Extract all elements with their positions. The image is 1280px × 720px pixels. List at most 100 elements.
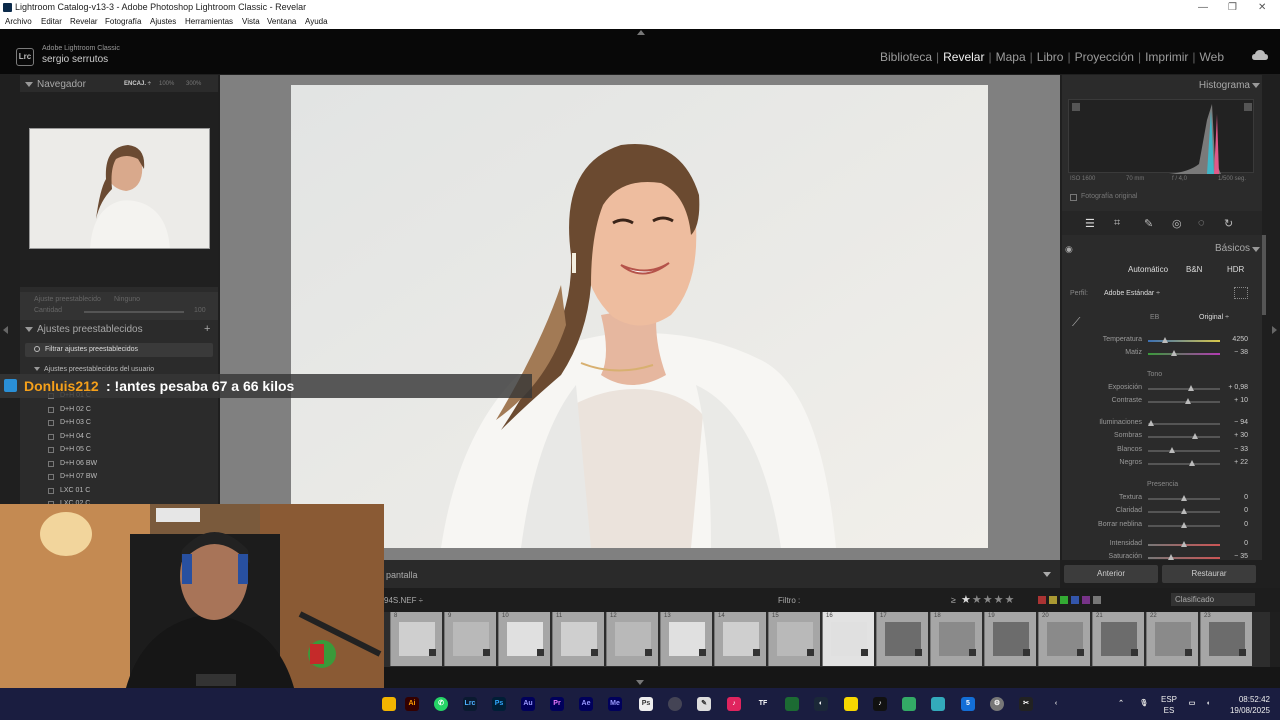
menu-ayuda[interactable]: Ayuda (305, 15, 328, 29)
red-eye-icon[interactable]: ◎ (1172, 217, 1182, 230)
slider-track[interactable] (1148, 423, 1220, 425)
filmstrip-thumbnail[interactable]: 20 (1038, 612, 1090, 666)
tiktok-icon[interactable]: ♪ (873, 697, 887, 711)
filmstrip-thumbnail[interactable]: 12 (606, 612, 658, 666)
right-panel-scrollbar[interactable] (1262, 235, 1266, 315)
slider-value[interactable]: 4250 (1232, 336, 1248, 343)
tray-expand-icon[interactable]: ⌃ (1114, 697, 1128, 711)
label-purple[interactable] (1082, 596, 1090, 604)
slider-knob[interactable] (1181, 541, 1187, 547)
sticky-notes-icon[interactable] (844, 697, 858, 711)
bw-button[interactable]: B&N (1186, 265, 1202, 274)
zoom-300[interactable]: 300% (186, 81, 201, 87)
slider-track[interactable] (1148, 557, 1220, 559)
visibility-eye-icon[interactable]: ◉ (1065, 244, 1073, 255)
filmstrip-thumbnail[interactable]: 15 (768, 612, 820, 666)
slider-value[interactable]: − 33 (1234, 446, 1248, 453)
after-effects-icon[interactable]: Ae (579, 697, 593, 711)
slider-value[interactable]: − 38 (1234, 349, 1248, 356)
healing-icon[interactable]: ✎ (1144, 217, 1153, 230)
menu-herramientas[interactable]: Herramientas (185, 15, 233, 29)
microphone-icon[interactable]: 🎙 (1137, 697, 1151, 711)
filmstrip-thumbnail[interactable]: 14 (714, 612, 766, 666)
filmstrip-thumbnail[interactable]: 11 (552, 612, 604, 666)
slider-knob[interactable] (1188, 385, 1195, 391)
menu-editar[interactable]: Editar (41, 15, 62, 29)
profile-browser-icon[interactable] (1234, 287, 1248, 299)
main-photo[interactable] (291, 85, 988, 548)
basics-header[interactable]: Básicos (1215, 243, 1250, 254)
illustrator-icon[interactable]: Ai (405, 697, 419, 711)
wb-select[interactable]: Original ÷ (1199, 314, 1229, 321)
profile-select[interactable]: Adobe Estándar ÷ (1104, 290, 1160, 297)
slider-track[interactable] (1148, 388, 1220, 390)
collapse-top-icon[interactable] (637, 30, 645, 35)
keyboard-region[interactable]: ES (1160, 706, 1178, 715)
previous-button[interactable]: Anterior (1064, 565, 1158, 583)
auto-button[interactable]: Automático (1128, 265, 1168, 274)
navigator-thumbnail[interactable] (29, 128, 210, 249)
slider-knob[interactable] (1191, 433, 1198, 439)
slider-value[interactable]: 0 (1244, 521, 1248, 528)
filmstrip-thumbnail[interactable]: 16 (822, 612, 874, 666)
fullscreen-label[interactable]: pantalla (386, 570, 418, 580)
slider-knob[interactable] (1162, 337, 1169, 343)
slider-value[interactable]: − 94 (1234, 419, 1248, 426)
slider-knob[interactable] (1168, 554, 1175, 560)
slider-knob[interactable] (1181, 522, 1187, 528)
photoshop-icon[interactable]: Ps (492, 697, 506, 711)
module-proyeccion[interactable]: Proyección (1071, 50, 1138, 64)
edit-sliders-icon[interactable]: ☰ (1085, 217, 1095, 230)
tf-icon[interactable]: TF (756, 697, 770, 711)
audition-icon[interactable]: Au (521, 697, 535, 711)
navigator-header[interactable]: Navegador (25, 79, 86, 90)
whatsapp-icon[interactable]: ✆ (434, 697, 448, 711)
filmstrip-thumbnail[interactable]: 9 (444, 612, 496, 666)
filmstrip-thumbnail[interactable]: 17 (876, 612, 928, 666)
settings-gear-icon[interactable]: ⚙ (990, 697, 1004, 711)
zoom-100[interactable]: 100% (159, 81, 174, 87)
label-gray[interactable] (1093, 596, 1101, 604)
rating-filter-operator[interactable]: ≥ (951, 595, 956, 605)
network-icon[interactable]: ▭ (1185, 697, 1199, 711)
music-icon[interactable]: ♪ (727, 697, 741, 711)
slider-knob[interactable] (1169, 447, 1176, 453)
close-icon[interactable]: ✕ (1258, 0, 1266, 15)
menu-ajustes[interactable]: Ajustes (150, 15, 176, 29)
slider-track[interactable] (1148, 463, 1220, 465)
menu-fotografia[interactable]: Fotografía (105, 15, 141, 29)
module-mapa[interactable]: Mapa (992, 50, 1030, 64)
filmstrip-thumbnail[interactable]: 10 (498, 612, 550, 666)
premiere-icon[interactable]: Pr (550, 697, 564, 711)
add-preset-icon[interactable]: + (204, 323, 210, 335)
maps-icon[interactable] (931, 697, 945, 711)
reset-icon[interactable]: ↻ (1224, 217, 1233, 230)
media-encoder-icon[interactable]: Me (608, 697, 622, 711)
user-presets-group[interactable]: Ajustes preestablecidos del usuario (34, 366, 154, 373)
number-app-icon[interactable]: 5 (961, 697, 975, 711)
green-app-icon[interactable] (785, 697, 799, 711)
slider-value[interactable]: + 0,98 (1228, 384, 1248, 391)
slider-knob[interactable] (1188, 460, 1195, 466)
histogram-header[interactable]: Histograma (1199, 80, 1250, 91)
reset-button[interactable]: Restaurar (1162, 565, 1256, 583)
filmstrip-thumbnail[interactable]: 18 (930, 612, 982, 666)
right-panel-toggle-icon[interactable] (1272, 326, 1277, 334)
slider-value[interactable]: 0 (1244, 494, 1248, 501)
slider-track[interactable] (1148, 450, 1220, 452)
hdr-button[interactable]: HDR (1227, 265, 1244, 274)
notes-icon[interactable]: ✎ (697, 697, 711, 711)
histogram-chart[interactable] (1068, 99, 1254, 174)
module-biblioteca[interactable]: Biblioteca (876, 50, 936, 64)
menu-archivo[interactable]: Archivo (5, 15, 32, 29)
slider-track[interactable] (1148, 340, 1220, 342)
module-imprimir[interactable]: Imprimir (1141, 50, 1192, 64)
restore-icon[interactable]: ❐ (1228, 0, 1237, 15)
menu-ventana[interactable]: Ventana (267, 15, 296, 29)
histogram-collapse-icon[interactable] (1252, 83, 1260, 88)
steam-icon[interactable]: ◐ (814, 697, 828, 711)
lightroom-taskbar-icon[interactable]: Lrc (463, 697, 477, 711)
module-libro[interactable]: Libro (1033, 50, 1068, 64)
clock-date[interactable]: 19/08/2025 (1224, 706, 1270, 715)
taskbar-app-icon[interactable] (382, 697, 396, 711)
